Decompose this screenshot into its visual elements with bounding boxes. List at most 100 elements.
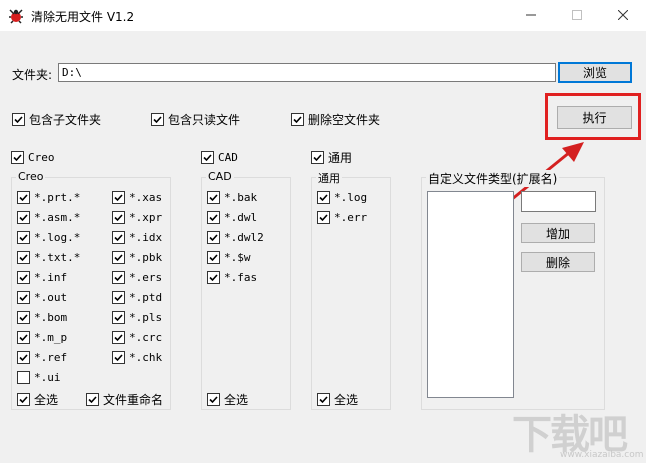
checkbox[interactable]	[207, 251, 220, 264]
creo-extension-option[interactable]: *.ui	[17, 371, 61, 384]
general-enable-label: 通用	[328, 151, 353, 165]
cad-extension-option[interactable]: *.dwl2	[207, 231, 264, 244]
general-extension-label: *.log	[334, 191, 368, 204]
checkbox[interactable]	[112, 191, 125, 204]
checkbox[interactable]	[11, 151, 24, 164]
close-button[interactable]	[600, 0, 646, 31]
checkbox[interactable]	[317, 211, 330, 224]
creo-extension-label: *.ui	[34, 371, 61, 384]
creo-extension-option[interactable]: *.chk	[112, 351, 162, 364]
creo-extension-option[interactable]: *.crc	[112, 331, 162, 344]
general-extension-option[interactable]: *.err	[317, 211, 367, 224]
creo-extension-option[interactable]: *.pbk	[112, 251, 162, 264]
cad-enable-option[interactable]: CAD	[201, 151, 238, 164]
checkbox[interactable]	[207, 191, 220, 204]
checkbox[interactable]	[17, 371, 30, 384]
maximize-button[interactable]	[554, 0, 600, 31]
creo-extension-option[interactable]: *.asm.*	[17, 211, 80, 224]
general-extension-option[interactable]: *.log	[317, 191, 367, 204]
creo-extension-option[interactable]: *.ref	[17, 351, 67, 364]
checkbox[interactable]	[207, 231, 220, 244]
add-extension-button[interactable]: 增加	[521, 223, 595, 243]
checkbox[interactable]	[112, 211, 125, 224]
creo-extension-label: *.ptd	[129, 291, 163, 304]
cad-extension-option[interactable]: *.dwl	[207, 211, 257, 224]
checkbox[interactable]	[17, 191, 30, 204]
delete-empty-folders-label: 删除空文件夹	[308, 113, 381, 127]
include-subfolders-option[interactable]: 包含子文件夹	[12, 111, 101, 128]
cad-extension-option[interactable]: *.bak	[207, 191, 257, 204]
creo-extension-option[interactable]: *.xpr	[112, 211, 162, 224]
checkbox[interactable]	[17, 311, 30, 324]
checkbox[interactable]	[17, 231, 30, 244]
creo-extension-option[interactable]: *.inf	[17, 271, 67, 284]
creo-rename-option[interactable]: 文件重命名	[86, 391, 163, 408]
creo-extension-option[interactable]: *.ers	[112, 271, 162, 284]
creo-extension-option[interactable]: *.log.*	[17, 231, 80, 244]
checkbox[interactable]	[112, 311, 125, 324]
creo-extension-option[interactable]: *.txt.*	[17, 251, 80, 264]
checkbox[interactable]	[17, 211, 30, 224]
checkbox[interactable]	[201, 151, 214, 164]
cad-extension-option[interactable]: *.fas	[207, 271, 257, 284]
checkbox[interactable]	[207, 393, 220, 406]
checkbox[interactable]	[17, 251, 30, 264]
checkbox[interactable]	[317, 191, 330, 204]
creo-extension-label: *.asm.*	[34, 211, 81, 224]
checkbox[interactable]	[112, 291, 125, 304]
checkbox[interactable]	[86, 393, 99, 406]
execute-button[interactable]: 执行	[557, 106, 632, 129]
delete-empty-folders-option[interactable]: 删除空文件夹	[291, 111, 380, 128]
browse-button[interactable]: 浏览	[558, 62, 632, 83]
creo-extension-option[interactable]: *.xas	[112, 191, 162, 204]
minimize-button[interactable]	[508, 0, 554, 31]
cad-extension-label: *.bak	[224, 191, 258, 204]
folder-path-input[interactable]: D:\	[58, 63, 556, 82]
checkbox[interactable]	[112, 271, 125, 284]
checkbox[interactable]	[311, 151, 324, 164]
checkbox[interactable]	[12, 113, 25, 126]
general-enable-option[interactable]: 通用	[311, 149, 352, 166]
include-readonly-option[interactable]: 包含只读文件	[151, 111, 240, 128]
checkbox[interactable]	[291, 113, 304, 126]
custom-extension-list[interactable]	[427, 191, 514, 398]
cad-extension-label: *.dwl2	[224, 231, 264, 244]
checkbox[interactable]	[17, 271, 30, 284]
checkbox[interactable]	[17, 331, 30, 344]
creo-extension-option[interactable]: *.prt.*	[17, 191, 80, 204]
checkbox[interactable]	[112, 251, 125, 264]
creo-extension-label: *.ref	[34, 351, 68, 364]
creo-extension-label: *.crc	[129, 331, 163, 344]
cad-select-all-option[interactable]: 全选	[207, 391, 248, 408]
checkbox[interactable]	[151, 113, 164, 126]
checkbox[interactable]	[207, 211, 220, 224]
checkbox[interactable]	[17, 351, 30, 364]
creo-extension-label: *.out	[34, 291, 68, 304]
creo-extension-label: *.inf	[34, 271, 68, 284]
checkbox[interactable]	[317, 393, 330, 406]
creo-extension-label: *.idx	[129, 231, 163, 244]
checkbox[interactable]	[17, 393, 30, 406]
general-select-all-label: 全选	[334, 393, 359, 407]
creo-extension-label: *.xas	[129, 191, 163, 204]
creo-enable-option[interactable]: Creo	[11, 151, 55, 164]
checkbox[interactable]	[112, 331, 125, 344]
custom-extension-input[interactable]	[521, 191, 596, 212]
creo-extension-option[interactable]: *.bom	[17, 311, 67, 324]
checkbox[interactable]	[17, 291, 30, 304]
include-subfolders-label: 包含子文件夹	[29, 113, 102, 127]
creo-extension-option[interactable]: *.ptd	[112, 291, 162, 304]
general-select-all-option[interactable]: 全选	[317, 391, 358, 408]
delete-extension-button[interactable]: 删除	[521, 252, 595, 272]
checkbox[interactable]	[207, 271, 220, 284]
creo-extension-option[interactable]: *.pls	[112, 311, 162, 324]
creo-extension-option[interactable]: *.out	[17, 291, 67, 304]
creo-extension-option[interactable]: *.idx	[112, 231, 162, 244]
creo-select-all-option[interactable]: 全选	[17, 391, 58, 408]
creo-extension-option[interactable]: *.m_p	[17, 331, 67, 344]
cad-extension-option[interactable]: *.$w	[207, 251, 251, 264]
checkbox[interactable]	[112, 351, 125, 364]
general-group-title: 通用	[316, 170, 342, 186]
cad-extension-label: *.dwl	[224, 211, 258, 224]
checkbox[interactable]	[112, 231, 125, 244]
